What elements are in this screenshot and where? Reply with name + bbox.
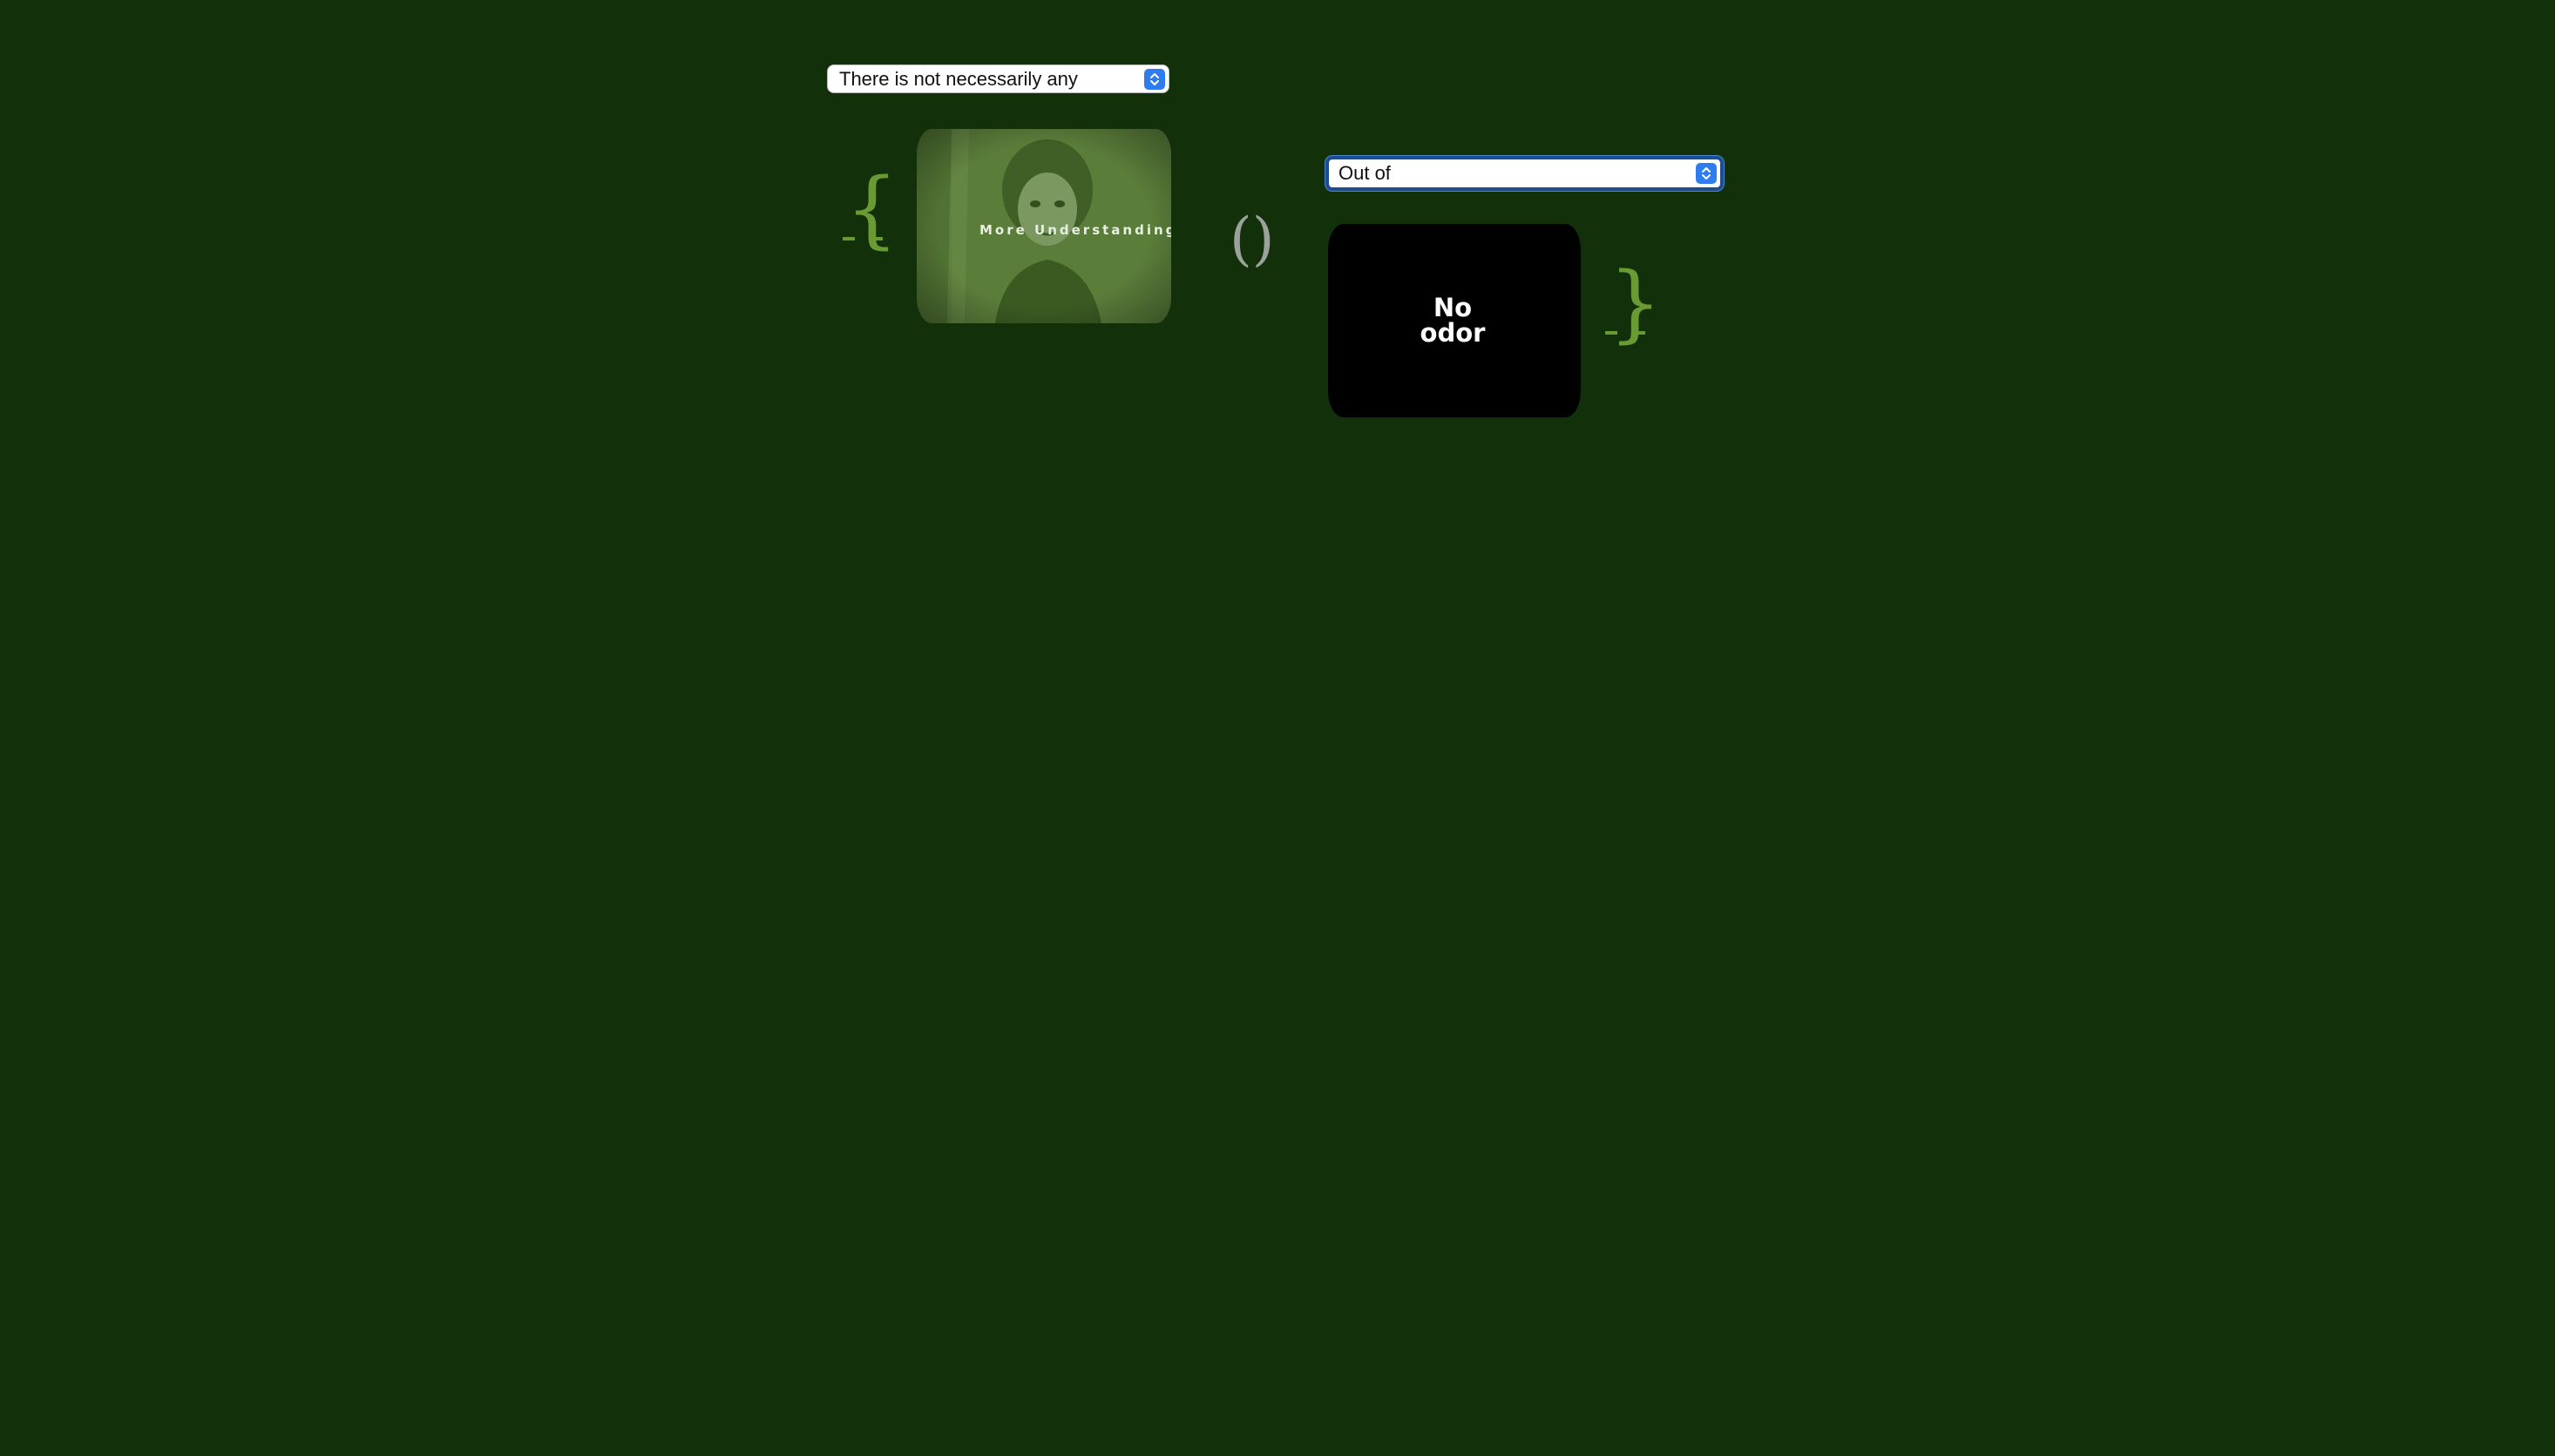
text-screen-caption: No odor [1420, 293, 1486, 348]
close-brace-underscore [1605, 331, 1617, 335]
open-brace: { [843, 167, 898, 251]
text-screen[interactable]: No odor [1328, 224, 1581, 417]
open-brace-underscore [843, 237, 855, 240]
sentence-select-1-value: There is not necessarily any [839, 67, 1078, 90]
up-down-chevron-icon [1696, 163, 1717, 184]
parentheses: () [1230, 206, 1275, 273]
sentence-select-1[interactable]: There is not necessarily any [827, 64, 1169, 93]
sentence-select-2[interactable]: Out of [1325, 156, 1724, 191]
close-brace-glyph: } [1609, 254, 1663, 352]
up-down-chevron-icon [1144, 68, 1165, 90]
close-brace-underscore [1633, 331, 1645, 335]
open-brace-underscore [871, 237, 883, 240]
video-screen[interactable]: More Understanding [917, 129, 1171, 323]
sentence-select-2-value: Out of [1338, 162, 1391, 184]
close-brace: } [1605, 261, 1662, 345]
video-caption: More Understanding [979, 222, 1171, 238]
open-brace-glyph: { [845, 160, 899, 258]
